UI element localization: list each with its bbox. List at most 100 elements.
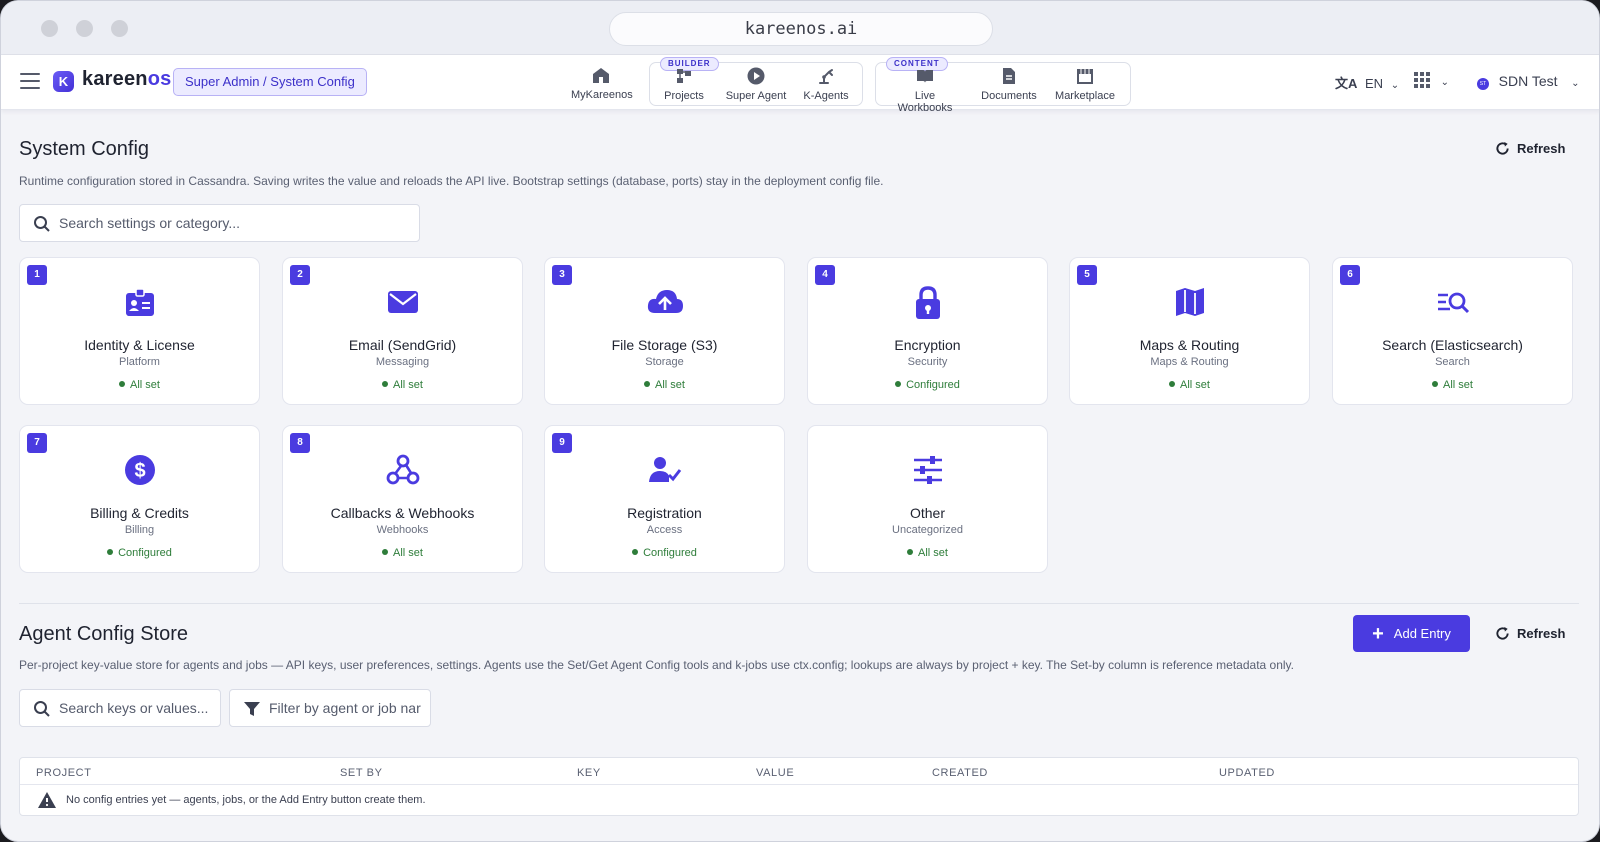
refresh-icon	[1496, 141, 1509, 155]
status-dot-icon	[107, 549, 114, 555]
config-card-maps[interactable]: 5 Maps & Routing Maps & Routing All set	[1069, 257, 1310, 405]
system-config-refresh-button[interactable]: Refresh	[1495, 141, 1565, 156]
nav-projects[interactable]: Projects	[662, 66, 706, 102]
storefront-icon	[1054, 66, 1116, 86]
translate-icon: 文A	[1335, 76, 1358, 91]
nav-mykareenos[interactable]: MyKareenos	[571, 65, 633, 101]
cloud-upload-icon	[647, 290, 683, 313]
brand-name[interactable]: kareenos	[82, 68, 171, 91]
settings-search[interactable]	[19, 204, 420, 242]
card-status: All set	[20, 379, 259, 391]
add-entry-button[interactable]: + Add Entry	[1353, 615, 1470, 652]
app-window: kareenos.ai K kareenos Super Admin / Sys…	[0, 0, 1600, 842]
config-card-registration[interactable]: 9 Registration Access Configured	[544, 425, 785, 573]
status-dot-icon	[907, 549, 914, 555]
org-selector[interactable]: ST SDN Test ⌄	[1477, 73, 1580, 90]
system-config-title: System Config	[19, 138, 150, 160]
status-dot-icon	[644, 381, 651, 387]
status-dot-icon	[382, 381, 389, 387]
settings-search-input[interactable]	[59, 205, 409, 241]
config-card-other[interactable]: Other Uncategorized All set	[807, 425, 1048, 573]
system-config-description: Runtime configuration stored in Cassandr…	[19, 174, 884, 188]
projects-icon	[662, 66, 706, 86]
language-selector[interactable]: 文A EN ⌄	[1335, 73, 1399, 92]
nav-k-agents[interactable]: K-Agents	[802, 66, 850, 102]
warning-icon	[38, 792, 56, 808]
card-status-label: All set	[393, 547, 423, 559]
keys-search[interactable]	[19, 689, 221, 727]
card-number: 3	[552, 265, 572, 285]
app-header: K kareenos Super Admin / System Config M…	[1, 55, 1599, 114]
agent-filter-input[interactable]	[269, 690, 424, 726]
keys-search-input[interactable]	[59, 690, 214, 726]
card-title: Registration	[627, 505, 702, 521]
language-label: EN	[1365, 76, 1384, 91]
breadcrumb-role-chip[interactable]: Super Admin / System Config	[173, 68, 367, 96]
column-header-created[interactable]: CREATED	[932, 767, 988, 779]
map-icon	[1175, 288, 1204, 316]
config-card-search[interactable]: 6 Search (Elasticsearch) Search All set	[1332, 257, 1573, 405]
nav-mykareenos-label: MyKareenos	[571, 89, 633, 101]
config-card-identity[interactable]: 1 Identity & License Platform All set	[19, 257, 260, 405]
card-title: Search (Elasticsearch)	[1382, 337, 1523, 353]
card-status: Configured	[808, 379, 1047, 391]
plus-icon: +	[1372, 623, 1384, 645]
column-header-key[interactable]: KEY	[577, 767, 601, 779]
nav-k-agents-label: K-Agents	[803, 90, 849, 102]
card-status-label: Configured	[906, 379, 960, 391]
config-card-email[interactable]: 2 Email (SendGrid) Messaging All set	[282, 257, 523, 405]
config-card-billing[interactable]: 7 $ Billing & Credits Billing Configured	[19, 425, 260, 573]
nav-live-workbooks[interactable]: Live Workbooks	[886, 66, 964, 114]
column-header-set-by[interactable]: SET BY	[340, 767, 383, 779]
agent-config-title: Agent Config Store	[19, 623, 188, 645]
card-title: Billing & Credits	[90, 505, 189, 521]
add-entry-label: Add Entry	[1393, 626, 1451, 641]
card-status: All set	[545, 379, 784, 391]
menu-icon[interactable]	[20, 73, 40, 89]
window-close-dot[interactable]	[41, 20, 58, 37]
badge-icon	[125, 288, 154, 316]
agent-filter[interactable]	[229, 689, 431, 727]
card-status-label: All set	[1180, 379, 1210, 391]
config-card-encryption[interactable]: 4 Encryption Security Configured	[807, 257, 1048, 405]
status-dot-icon	[895, 381, 902, 387]
card-status: All set	[283, 379, 522, 391]
column-header-project[interactable]: PROJECT	[36, 767, 92, 779]
nav-documents[interactable]: Documents	[980, 66, 1038, 102]
config-card-file-storage[interactable]: 3 File Storage (S3) Storage All set	[544, 257, 785, 405]
browser-chrome: kareenos.ai	[1, 1, 1599, 55]
card-status: Configured	[20, 547, 259, 559]
config-card-webhooks[interactable]: 8 Callbacks & Webhooks Webhooks All set	[282, 425, 523, 573]
card-title: Encryption	[894, 337, 961, 353]
webhook-icon	[386, 454, 419, 485]
card-title: Other	[909, 505, 945, 521]
card-category: Access	[646, 524, 683, 536]
agent-config-description: Per-project key-value store for agents a…	[19, 658, 1294, 672]
column-header-value[interactable]: VALUE	[756, 767, 794, 779]
card-number: 4	[815, 265, 835, 285]
card-status-label: All set	[1443, 379, 1473, 391]
card-status: Configured	[545, 547, 784, 559]
card-number: 2	[290, 265, 310, 285]
card-category: Billing	[124, 524, 155, 536]
window-zoom-dot[interactable]	[111, 20, 128, 37]
address-bar[interactable]: kareenos.ai	[609, 12, 993, 46]
nav-marketplace[interactable]: Marketplace	[1054, 66, 1116, 102]
card-status: All set	[1333, 379, 1572, 391]
user-check-icon	[648, 457, 681, 482]
refresh-label: Refresh	[1517, 141, 1566, 156]
org-avatar: ST	[1477, 78, 1489, 90]
nav-super-agent[interactable]: Super Agent	[724, 66, 788, 102]
card-status-label: All set	[393, 379, 423, 391]
card-category: Search	[1435, 356, 1470, 368]
brand-name-part-2: os	[147, 68, 172, 90]
envelope-icon	[387, 291, 418, 313]
apps-menu[interactable]: ⌄	[1414, 72, 1449, 88]
search-list-icon	[1437, 292, 1469, 314]
column-header-updated[interactable]: UPDATED	[1219, 767, 1275, 779]
grid-icon	[1414, 72, 1430, 88]
agent-config-refresh-button[interactable]: Refresh	[1495, 626, 1565, 641]
window-minimize-dot[interactable]	[76, 20, 93, 37]
document-icon	[980, 66, 1038, 86]
empty-state-message: No config entries yet — agents, jobs, or…	[66, 794, 426, 806]
